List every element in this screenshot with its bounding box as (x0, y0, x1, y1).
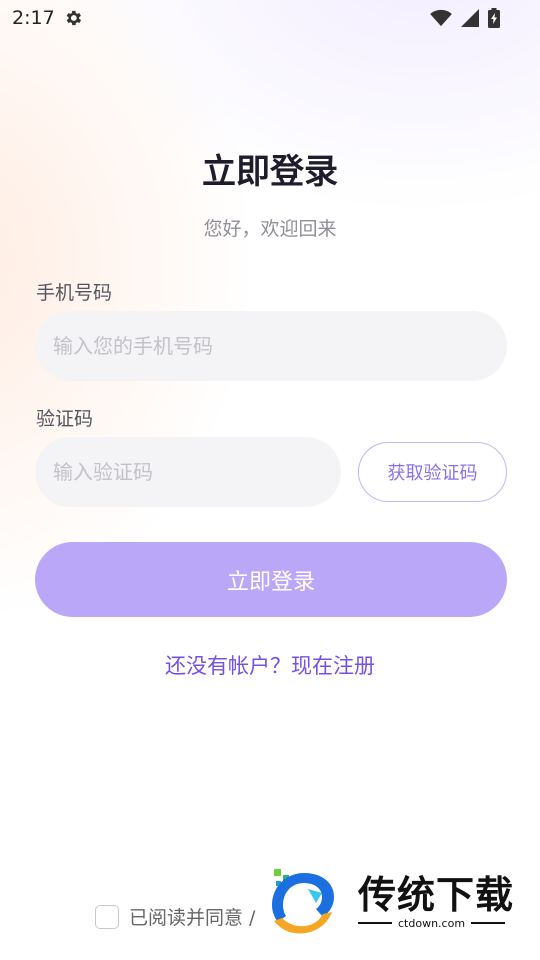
brand-logo-icon (268, 865, 346, 937)
agreement-checkbox[interactable] (95, 904, 119, 929)
watermark-line-right (471, 922, 506, 924)
wifi-icon (430, 9, 452, 27)
page-title: 立即登录 (202, 152, 338, 192)
status-left: 2:17 (12, 7, 83, 29)
status-time: 2:17 (12, 7, 55, 29)
settings-gear-icon (63, 8, 83, 28)
verification-code-input[interactable] (35, 437, 341, 507)
status-right (430, 8, 500, 28)
agreement-text: 已阅读并同意 / (129, 907, 256, 929)
watermark-text-block: 传统下载 ctdown.com (358, 873, 514, 930)
page-subtitle: 您好，欢迎回来 (203, 218, 337, 240)
cell-signal-icon (460, 9, 480, 27)
watermark-line-left (358, 922, 392, 924)
battery-charging-icon (488, 8, 500, 28)
phone-label: 手机号码 (36, 282, 113, 304)
agreement-row: 已阅读并同意 / (95, 903, 255, 930)
register-link[interactable]: 还没有帐户？现在注册 (0, 650, 540, 680)
watermark-title: 传统下载 (358, 872, 515, 917)
status-bar: 2:17 (0, 0, 540, 36)
code-label: 验证码 (36, 408, 94, 430)
watermark-url-row: ctdown.com (358, 917, 514, 930)
login-button[interactable]: 立即登录 (35, 542, 507, 617)
watermark: 传统下载 ctdown.com (268, 862, 518, 940)
get-code-button[interactable]: 获取验证码 (358, 442, 507, 502)
watermark-url: ctdown.com (398, 916, 466, 930)
phone-input[interactable] (35, 311, 507, 381)
